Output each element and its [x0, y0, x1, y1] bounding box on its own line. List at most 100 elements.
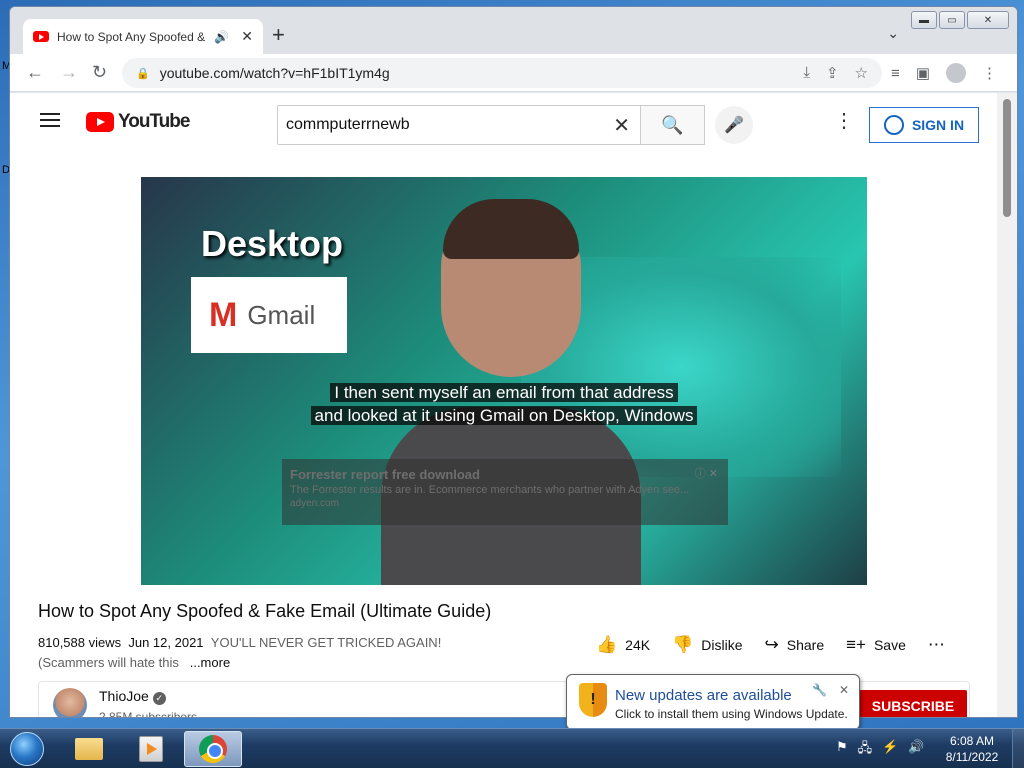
voice-search-button[interactable]: 🎤: [715, 106, 753, 144]
clock-time: 6:08 AM: [949, 734, 995, 748]
show-more-link[interactable]: ...more: [190, 655, 230, 670]
taskbar-media-player[interactable]: [122, 731, 180, 767]
minimize-button[interactable]: ▬: [911, 11, 937, 29]
presenter-hair: [443, 199, 579, 259]
system-clock[interactable]: 6:08 AM 8/11/2022: [940, 733, 1004, 765]
bookmark-star-icon[interactable]: ☆: [855, 64, 868, 82]
close-window-button[interactable]: ✕: [967, 11, 1009, 29]
url-text[interactable]: youtube.com/watch?v=hF1bIT1ym4g: [160, 65, 390, 81]
taskbar-chrome[interactable]: [184, 731, 242, 767]
toolbar-right: ≡ ▣ ⋮: [891, 63, 997, 83]
logo-text: YouTube: [118, 111, 190, 132]
video-actions: 👍 24K 👎 Dislike ↪ Share ≡+ Save ⋯: [596, 635, 945, 655]
channel-avatar[interactable]: [53, 688, 87, 717]
like-count: 24K: [625, 637, 651, 653]
user-icon: [883, 115, 904, 135]
system-tray: ⚑ 🖧 ⚡ 🔊: [836, 739, 925, 761]
search-icon: 🔍: [661, 114, 684, 135]
speaker-icon[interactable]: 🔊: [214, 30, 229, 44]
settings-kebab-icon[interactable]: ⋮: [834, 111, 854, 131]
notification-text[interactable]: Click to install them using Windows Upda…: [615, 707, 848, 721]
maximize-button[interactable]: ▭: [939, 11, 965, 29]
tab-search-chevron-icon[interactable]: ⌄: [887, 25, 899, 42]
power-icon[interactable]: ⚡: [882, 739, 898, 761]
thumbs-down-icon: 👎: [672, 635, 694, 654]
thumbs-up-icon: 👍: [596, 635, 618, 654]
dislike-button[interactable]: 👎 Dislike: [672, 635, 742, 655]
windows-orb-icon: [10, 732, 44, 766]
close-tab-icon[interactable]: ✕: [241, 28, 253, 45]
video-description[interactable]: 810,588 views Jun 12, 2021 YOU'LL NEVER …: [38, 633, 578, 673]
menu-kebab-icon[interactable]: ⋮: [982, 64, 997, 82]
save-label: Save: [873, 637, 906, 653]
video-title: How to Spot Any Spoofed & Fake Email (Ul…: [38, 601, 492, 621]
clock-date: 8/11/2022: [945, 750, 999, 764]
close-notification-icon[interactable]: ✕: [839, 683, 849, 697]
search-input[interactable]: commputerrnewb ✕: [277, 105, 641, 145]
start-button[interactable]: [4, 730, 50, 768]
reload-icon[interactable]: ↻: [92, 62, 107, 83]
profile-avatar-icon[interactable]: [946, 63, 966, 83]
subscribe-button[interactable]: SUBSCRIBE: [859, 690, 967, 717]
channel-name[interactable]: ThioJoe ✓: [99, 688, 166, 705]
taskbar: ⚑ 🖧 ⚡ 🔊 6:08 AM 8/11/2022: [0, 728, 1024, 768]
side-panel-icon[interactable]: ▣: [916, 64, 930, 82]
notification-title[interactable]: New updates are available: [615, 687, 792, 704]
page-scrollbar[interactable]: [997, 93, 1017, 717]
ad-title[interactable]: Forrester report free download: [290, 467, 720, 482]
verified-badge-icon: ✓: [152, 692, 166, 705]
like-button[interactable]: 👍 24K: [596, 635, 650, 655]
windows-update-notification[interactable]: ! New updates are available Click to ins…: [566, 674, 860, 739]
microphone-icon: 🎤: [724, 117, 744, 134]
browser-toolbar: ← → ↻ 🔒 youtube.com/watch?v=hF1bIT1ym4g …: [10, 54, 1017, 92]
youtube-logo[interactable]: YouTube: [86, 111, 190, 133]
clear-search-icon[interactable]: ✕: [613, 113, 630, 138]
windows-shield-icon: !: [579, 683, 607, 717]
channel-name-text[interactable]: ThioJoe: [99, 688, 149, 704]
save-button[interactable]: ≡+ Save: [846, 635, 906, 655]
share-label: Share: [786, 637, 825, 653]
search-button[interactable]: 🔍: [641, 105, 705, 145]
action-center-flag-icon[interactable]: ⚑: [836, 739, 848, 761]
show-desktop-button[interactable]: [1012, 729, 1024, 768]
sign-in-button[interactable]: SIGN IN: [869, 107, 979, 143]
caption-text-1: I then sent myself an email from that ad…: [330, 383, 678, 402]
more-actions-button[interactable]: ⋯: [928, 635, 945, 655]
network-icon[interactable]: 🖧: [858, 739, 873, 761]
settings-wrench-icon[interactable]: 🔧: [812, 683, 827, 697]
youtube-header: YouTube commputerrnewb ✕ 🔍 🎤 ⋮ SIGN IN: [10, 93, 998, 149]
window-controls: ▬ ▭ ✕: [911, 11, 1009, 29]
browser-tab[interactable]: How to Spot Any Spoofed & 🔊 ✕: [23, 19, 263, 54]
more-horizontal-icon: ⋯: [927, 635, 945, 654]
scrollbar-thumb[interactable]: [1003, 99, 1011, 217]
caption-text-2: and looked at it using Gmail on Desktop,…: [310, 406, 698, 425]
caption-line-2: and looked at it using Gmail on Desktop,…: [141, 405, 867, 427]
subscriber-count: 2.85M subscribers: [99, 710, 198, 718]
gmail-text: Gmail: [247, 299, 316, 330]
back-arrow-icon[interactable]: ←: [26, 62, 44, 83]
view-count: 810,588 views: [38, 635, 122, 650]
chrome-icon: [199, 735, 227, 763]
ad-overlay[interactable]: Forrester report free download The Forre…: [282, 459, 728, 525]
ad-close-icon[interactable]: ⓘ ✕: [695, 465, 718, 481]
lock-icon[interactable]: 🔒: [136, 67, 150, 80]
forward-arrow-icon[interactable]: →: [60, 62, 78, 83]
omnibox-actions: ⤓ ⇪ ☆: [803, 64, 868, 82]
caption-line-1: I then sent myself an email from that ad…: [141, 382, 867, 404]
media-control-icon[interactable]: ≡: [891, 65, 900, 82]
share-button[interactable]: ↪ Share: [765, 635, 825, 655]
share-icon[interactable]: ⇪: [826, 64, 839, 82]
sign-in-label: SIGN IN: [911, 117, 965, 133]
taskbar-explorer[interactable]: [60, 731, 118, 767]
description-line-2: (Scammers will hate this: [38, 655, 179, 670]
new-tab-button[interactable]: +: [272, 23, 285, 47]
install-icon[interactable]: ⤓: [803, 64, 810, 82]
tab-strip: How to Spot Any Spoofed & 🔊 ✕ + ⌄ ▬ ▭ ✕: [10, 7, 1017, 54]
search-query[interactable]: commputerrnewb: [286, 116, 613, 134]
volume-icon[interactable]: 🔊: [908, 739, 924, 761]
youtube-play-icon: [86, 112, 114, 132]
address-bar[interactable]: 🔒 youtube.com/watch?v=hF1bIT1ym4g ⤓ ⇪ ☆: [122, 58, 882, 88]
chrome-window: How to Spot Any Spoofed & 🔊 ✕ + ⌄ ▬ ▭ ✕ …: [9, 6, 1018, 718]
video-player[interactable]: Desktop M Gmail I then sent myself an em…: [141, 177, 867, 585]
hamburger-menu-icon[interactable]: [40, 113, 60, 127]
